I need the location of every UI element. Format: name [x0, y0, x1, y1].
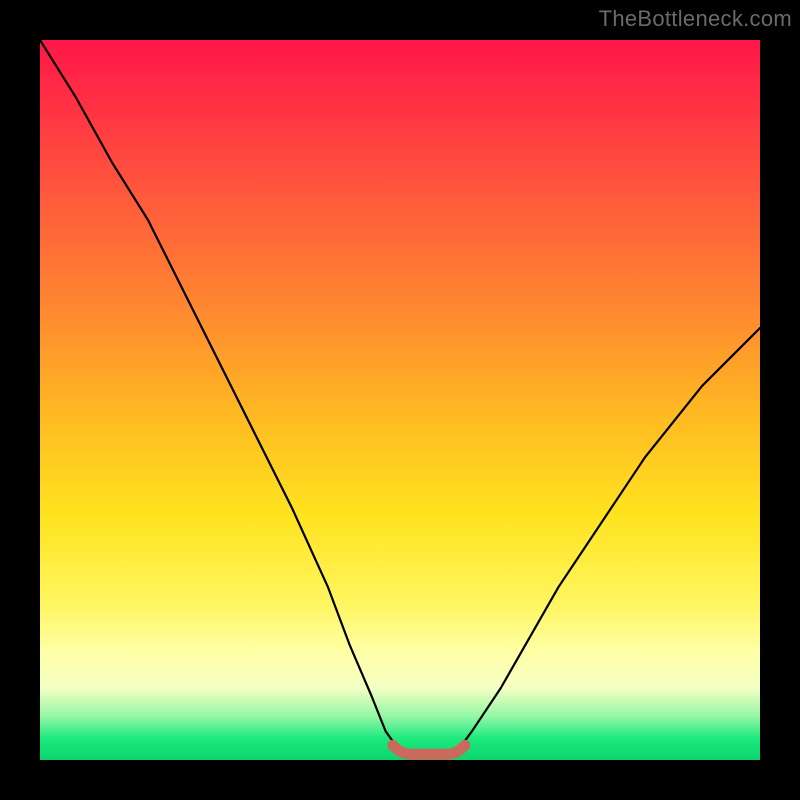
curve-layer [40, 40, 760, 760]
chart-frame: TheBottleneck.com [0, 0, 800, 800]
plot-area [40, 40, 760, 760]
bottleneck-curve [40, 40, 760, 756]
optimal-region-marker [393, 745, 465, 754]
watermark-text: TheBottleneck.com [599, 6, 792, 32]
